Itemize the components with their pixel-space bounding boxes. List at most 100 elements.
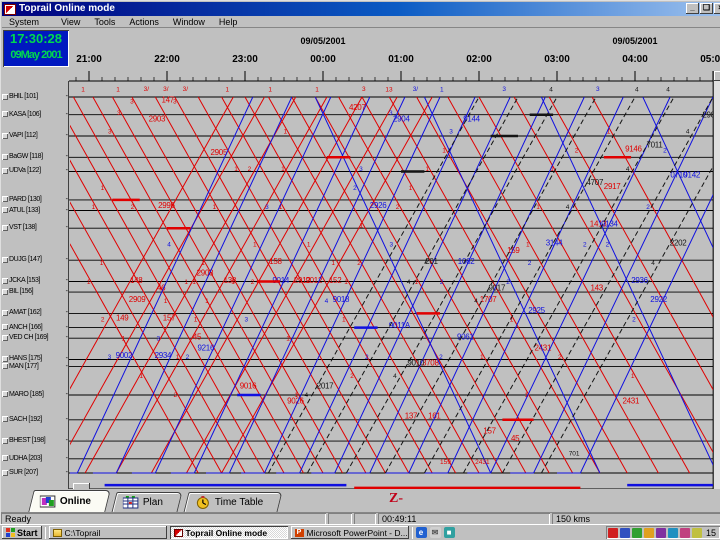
tab-online[interactable]: Online: [28, 490, 111, 512]
station-toggle-icon[interactable]: [2, 256, 8, 263]
svg-text:2: 2: [583, 241, 587, 248]
train-graph-svg[interactable]: 09/05/2001 09/05/2001 21:00 22:00 23:00 00…: [69, 28, 720, 489]
train-line[interactable]: [174, 96, 386, 474]
station-row[interactable]: BHIL [101]: [2, 92, 68, 101]
tray-icon[interactable]: [667, 527, 678, 538]
vertical-scrollbar[interactable]: [713, 71, 720, 525]
station-row[interactable]: AMAT [162]: [2, 308, 68, 317]
task-button[interactable]: C:\Toprail: [48, 526, 167, 539]
train-line[interactable]: [345, 96, 558, 474]
train-number-label: 3144: [546, 238, 563, 247]
station-row[interactable]: SACH [192]: [2, 415, 68, 424]
train-line[interactable]: [291, 96, 503, 474]
station-row[interactable]: ANCH [166]: [2, 323, 68, 332]
train-line[interactable]: [69, 96, 234, 473]
ie-icon[interactable]: e: [415, 527, 427, 538]
task-button[interactable]: Toprail Online mode: [169, 526, 288, 539]
station-toggle-icon[interactable]: [2, 363, 8, 370]
tab-plan[interactable]: Plan: [111, 492, 183, 512]
menu-system[interactable]: System: [2, 17, 46, 27]
train-number-label: 149: [116, 314, 129, 323]
station-toggle-icon[interactable]: [2, 93, 8, 100]
svg-text:3: 3: [265, 204, 269, 211]
station-toggle-icon[interactable]: [2, 324, 8, 331]
station-toggle-icon[interactable]: [2, 416, 8, 423]
train-line[interactable]: [314, 96, 492, 474]
tray-icon[interactable]: [679, 527, 690, 538]
tray-icon[interactable]: [691, 527, 702, 538]
station-toggle-icon[interactable]: [2, 224, 8, 231]
menu-actions[interactable]: Actions: [122, 17, 166, 27]
mail-icon[interactable]: ✉: [429, 527, 441, 538]
task-button[interactable]: P Microsoft PowerPoint - D...: [290, 526, 409, 539]
title-bar[interactable]: Toprail Online mode _ ❏ ×: [2, 2, 720, 16]
station-toggle-icon[interactable]: [2, 309, 8, 316]
close-button[interactable]: ×: [714, 3, 720, 14]
train-line[interactable]: [423, 96, 636, 474]
plan-icon: [123, 496, 139, 509]
station-row[interactable]: SUR [207]: [2, 468, 68, 477]
menu-window[interactable]: Window: [166, 17, 212, 27]
menu-view[interactable]: View: [54, 17, 87, 27]
station-toggle-icon[interactable]: [2, 196, 8, 203]
train-line[interactable]: [513, 96, 720, 473]
station-toggle-icon[interactable]: [2, 455, 8, 462]
station-row[interactable]: BaGW [118]: [2, 152, 68, 161]
station-toggle-icon[interactable]: [2, 153, 8, 160]
train-line[interactable]: [92, 96, 304, 474]
station-toggle-icon[interactable]: [2, 167, 8, 174]
tray-icon[interactable]: [643, 527, 654, 538]
svg-text:2: 2: [186, 354, 190, 361]
train-line[interactable]: [150, 96, 363, 474]
tray-icon[interactable]: [619, 527, 630, 538]
station-toggle-icon[interactable]: [2, 111, 8, 118]
train-line[interactable]: [423, 96, 601, 474]
station-toggle-icon[interactable]: [2, 277, 8, 284]
train-number-label: 2904: [393, 114, 410, 123]
svg-text:2431: 2431: [475, 459, 490, 466]
station-row[interactable]: DUJG [147]: [2, 255, 68, 264]
station-toggle-icon[interactable]: [2, 334, 8, 341]
station-row[interactable]: VAPI [112]: [2, 131, 68, 140]
station-toggle-icon[interactable]: [2, 469, 8, 476]
tray-icon[interactable]: [631, 527, 642, 538]
station-row[interactable]: KASA [106]: [2, 110, 68, 119]
station-row[interactable]: VST [138]: [2, 223, 68, 232]
station-toggle-icon[interactable]: [2, 132, 8, 139]
station-toggle-icon[interactable]: [2, 207, 8, 213]
station-row[interactable]: MARO [185]: [2, 390, 68, 399]
scroll-up-icon[interactable]: [714, 71, 720, 81]
train-line[interactable]: [591, 96, 720, 473]
start-button[interactable]: Start: [2, 526, 42, 539]
train-line[interactable]: [170, 96, 371, 474]
svg-text:2: 2: [506, 279, 510, 286]
station-row[interactable]: BHEST [198]: [2, 436, 68, 445]
menu-help[interactable]: Help: [212, 17, 245, 27]
train-line[interactable]: [244, 96, 457, 474]
station-toggle-icon[interactable]: [2, 288, 8, 295]
svg-text:1: 1: [294, 392, 298, 399]
station-row[interactable]: UDVa [122]: [2, 166, 68, 175]
train-line[interactable]: [346, 96, 546, 474]
desktop-icon[interactable]: ■: [443, 527, 455, 538]
tray-icon[interactable]: [655, 527, 666, 538]
station-row[interactable]: JCKA [153]: [2, 276, 68, 285]
train-line[interactable]: [361, 96, 574, 474]
system-tray: 15: [606, 526, 720, 539]
station-toggle-icon[interactable]: [2, 391, 8, 398]
minimize-button[interactable]: _: [686, 3, 699, 14]
train-line[interactable]: [478, 96, 691, 474]
station-row[interactable]: ATUL [133]: [2, 206, 68, 215]
station-row[interactable]: VED CH [169]: [2, 333, 68, 342]
train-line[interactable]: [206, 96, 406, 474]
station-row[interactable]: BIL [156]: [2, 287, 68, 296]
tab-timetable[interactable]: Time Table: [183, 492, 283, 512]
station-toggle-icon[interactable]: [2, 437, 8, 444]
train-line[interactable]: [197, 96, 410, 474]
station-row[interactable]: MAN [177]: [2, 362, 68, 371]
menu-tools[interactable]: Tools: [87, 17, 122, 27]
tray-icon[interactable]: [607, 527, 618, 538]
restore-button[interactable]: ❏: [700, 3, 713, 14]
station-row[interactable]: PARD [130]: [2, 195, 68, 204]
station-row[interactable]: UDHA [203]: [2, 454, 68, 463]
